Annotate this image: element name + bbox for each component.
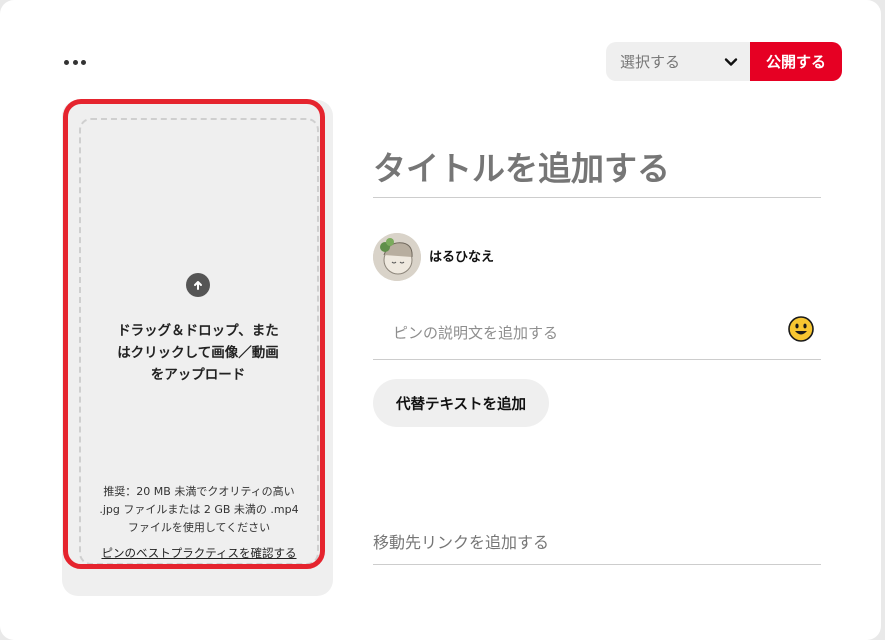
board-select-dropdown[interactable]: 選択する xyxy=(606,42,750,81)
dot xyxy=(72,59,78,65)
more-options-icon[interactable] xyxy=(64,52,86,72)
publish-button[interactable]: 公開する xyxy=(750,42,842,81)
avatar xyxy=(373,233,421,281)
board-select-value: 選択する xyxy=(620,53,681,71)
highlight-frame xyxy=(63,99,325,569)
username[interactable]: はるひなえ xyxy=(429,246,494,265)
description-input[interactable]: ピンの説明文を追加する xyxy=(373,306,821,360)
dot xyxy=(64,59,69,65)
dot xyxy=(81,59,86,65)
title-input[interactable]: タイトルを追加する xyxy=(373,134,821,198)
destination-link-input[interactable]: 移動先リンクを追加する xyxy=(373,518,821,565)
add-alt-text-button[interactable]: 代替テキストを追加 xyxy=(373,379,549,427)
avatar-illustration xyxy=(373,233,421,281)
chevron-down-icon xyxy=(724,57,738,66)
smiley-face-icon[interactable] xyxy=(788,316,814,342)
